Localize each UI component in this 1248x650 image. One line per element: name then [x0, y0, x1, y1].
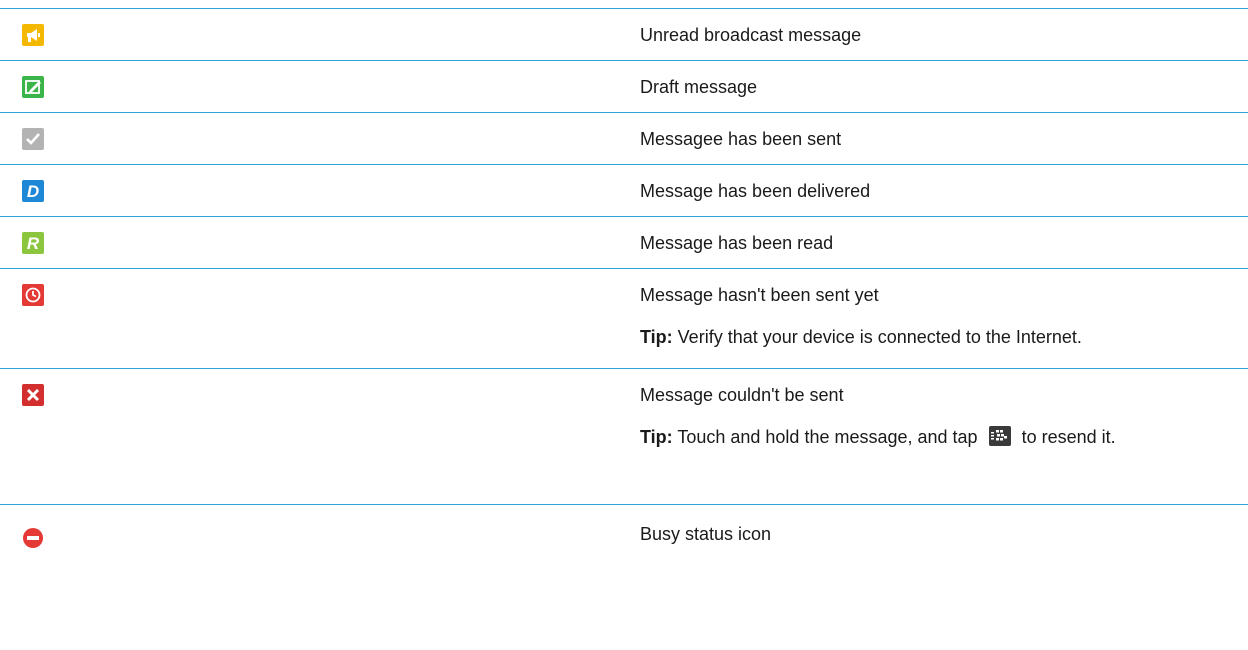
tip-text: Verify that your device is connected to …	[672, 327, 1082, 347]
read-r-icon: R	[22, 232, 44, 254]
row-tip: Tip: Touch and hold the message, and tap…	[640, 420, 1210, 454]
sent-check-icon	[22, 128, 44, 150]
row-tip: Tip: Verify that your device is connecte…	[640, 320, 1228, 354]
svg-text:D: D	[27, 182, 39, 201]
failed-x-icon	[22, 384, 44, 406]
bbm-resend-icon	[988, 426, 1011, 446]
row-description: Message has been delivered	[640, 181, 871, 201]
row-description: Message couldn't be sent	[640, 385, 844, 405]
table-row: Unread broadcast message	[0, 8, 1248, 60]
busy-status-icon	[22, 527, 44, 549]
row-description: Busy status icon	[640, 524, 772, 544]
table-row: Draft message	[0, 60, 1248, 112]
tip-label: Tip:	[640, 427, 673, 447]
tip-text-after: to resend it.	[1016, 427, 1116, 447]
table-row: D Message has been delivered	[0, 164, 1248, 216]
table-row: R Message has been read	[0, 216, 1248, 268]
table-row: Busy status icon	[0, 504, 1248, 560]
row-description: Messagee has been sent	[640, 129, 842, 149]
svg-text:R: R	[27, 234, 40, 253]
row-description: Message has been read	[640, 233, 834, 253]
row-description: Unread broadcast message	[640, 25, 862, 45]
row-description: Message hasn't been sent yet	[640, 285, 879, 305]
tip-label: Tip:	[640, 327, 673, 347]
row-description: Draft message	[640, 77, 758, 97]
broadcast-megaphone-icon	[22, 24, 44, 46]
draft-message-icon	[22, 76, 44, 98]
tip-text-before: Touch and hold the message, and tap	[672, 427, 983, 447]
table-row: Message hasn't been sent yet Tip: Verify…	[0, 268, 1248, 368]
table-row: Message couldn't be sent Tip: Touch and …	[0, 368, 1248, 504]
delivered-d-icon: D	[22, 180, 44, 202]
message-status-table: Unread broadcast message Draft message M…	[0, 8, 1248, 560]
clock-pending-icon	[22, 284, 44, 306]
table-row: Messagee has been sent	[0, 112, 1248, 164]
